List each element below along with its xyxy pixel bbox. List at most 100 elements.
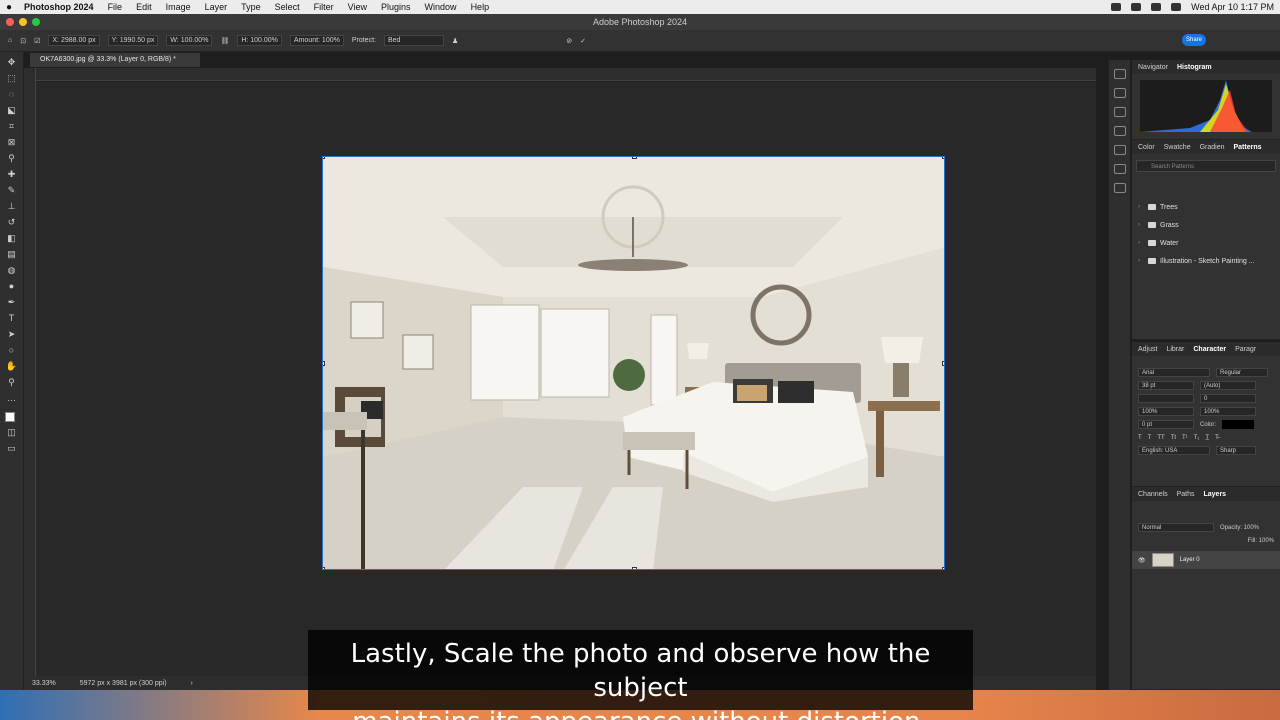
layer-row[interactable]: 👁 Layer 0 xyxy=(1132,551,1280,569)
pattern-folder-grass[interactable]: › Grass xyxy=(1132,216,1280,234)
font-family-select[interactable]: Arial xyxy=(1138,368,1210,377)
tab-navigator[interactable]: Navigator xyxy=(1138,64,1168,71)
properties-panel-icon[interactable] xyxy=(1113,107,1126,117)
leading-field[interactable]: (Auto) xyxy=(1200,381,1256,390)
reference-point-checkbox[interactable]: ☑ xyxy=(34,37,40,45)
tab-channels[interactable]: Channels xyxy=(1138,491,1168,498)
pattern-folder-illustration[interactable]: › Illustration - Sketch Painting ... xyxy=(1132,252,1280,270)
fill-field[interactable]: Fill: 100% xyxy=(1248,538,1274,544)
menu-app-name[interactable]: Photoshop 2024 xyxy=(24,2,94,12)
document-tab[interactable]: OK7A6300.jpg @ 33.3% (Layer 0, RGB/8) * xyxy=(30,53,200,67)
protect-select[interactable]: Bed xyxy=(383,35,444,46)
menu-select[interactable]: Select xyxy=(275,2,300,12)
menu-view[interactable]: View xyxy=(348,2,367,12)
search-patterns-input[interactable]: Search Patterns xyxy=(1136,160,1276,172)
faux-bold-icon[interactable]: T xyxy=(1138,435,1142,441)
status-icon[interactable] xyxy=(1111,3,1122,11)
brushes-panel-icon[interactable] xyxy=(1113,126,1126,136)
eyedropper-tool-icon[interactable]: ⚲ xyxy=(6,152,18,164)
path-select-tool-icon[interactable]: ➤ xyxy=(6,328,18,340)
transform-handle[interactable] xyxy=(942,567,944,569)
crop-tool-icon[interactable]: ⌗ xyxy=(6,120,18,132)
stamp-tool-icon[interactable]: ⊥ xyxy=(6,200,18,212)
home-icon[interactable]: ⌂ xyxy=(8,37,12,44)
eye-icon[interactable]: 👁 xyxy=(1138,557,1146,564)
pattern-folder-trees[interactable]: › Trees xyxy=(1132,198,1280,216)
quick-mask-icon[interactable]: ◫ xyxy=(6,426,18,438)
history-brush-icon[interactable]: ↺ xyxy=(6,216,18,228)
tab-layers[interactable]: Layers xyxy=(1203,491,1226,498)
all-caps-icon[interactable]: TT xyxy=(1157,435,1164,441)
horizontal-ruler[interactable] xyxy=(36,68,1096,81)
blend-mode-select[interactable]: Normal xyxy=(1138,523,1214,532)
zoom-tool-icon[interactable]: ⚲ xyxy=(6,376,18,388)
shape-tool-icon[interactable]: ○ xyxy=(6,344,18,356)
blur-tool-icon[interactable]: ◍ xyxy=(6,264,18,276)
chevron-right-icon[interactable]: › xyxy=(1138,240,1144,246)
transform-handle[interactable] xyxy=(942,361,944,366)
tab-paragraph[interactable]: Paragr xyxy=(1235,346,1256,353)
transform-handle[interactable] xyxy=(323,361,325,366)
commit-transform-icon[interactable]: ✓ xyxy=(580,37,586,45)
adjustments-panel-icon[interactable] xyxy=(1113,145,1126,155)
history-panel-icon[interactable] xyxy=(1113,69,1126,79)
antialias-select[interactable]: Sharp xyxy=(1216,446,1256,455)
move-tool-icon[interactable]: ✥ xyxy=(6,56,18,68)
actions-panel-icon[interactable] xyxy=(1113,88,1126,98)
minimize-window-icon[interactable] xyxy=(19,18,27,26)
lasso-tool-icon[interactable]: ◌ xyxy=(6,88,18,100)
transform-handle[interactable] xyxy=(323,157,325,159)
screen-mode-icon[interactable]: ▭ xyxy=(6,442,18,454)
wifi-icon[interactable] xyxy=(1151,3,1162,11)
status-chevron-icon[interactable]: › xyxy=(191,680,193,687)
font-size-field[interactable]: 38 pt xyxy=(1138,381,1194,390)
transform-handle[interactable] xyxy=(323,567,325,569)
baseline-shift-field[interactable]: 0 pt xyxy=(1138,420,1194,429)
strikethrough-icon[interactable]: T̶ xyxy=(1215,435,1219,441)
kerning-field[interactable] xyxy=(1138,394,1194,403)
marquee-tool-icon[interactable]: ⬚ xyxy=(6,72,18,84)
opacity-field[interactable]: Opacity: 100% xyxy=(1220,525,1259,531)
layer-name[interactable]: Layer 0 xyxy=(1180,557,1200,563)
chevron-right-icon[interactable]: › xyxy=(1138,258,1144,264)
eraser-tool-icon[interactable]: ◧ xyxy=(6,232,18,244)
font-style-select[interactable]: Regular xyxy=(1216,368,1268,377)
height-field[interactable]: H: 100.00% xyxy=(237,35,282,46)
menu-help[interactable]: Help xyxy=(471,2,490,12)
x-field[interactable]: X: 2988.00 px xyxy=(48,35,100,46)
hand-tool-icon[interactable]: ✋ xyxy=(6,360,18,372)
menu-clock[interactable]: Wed Apr 10 1:17 PM xyxy=(1191,2,1274,12)
protect-skin-icon[interactable]: ♟ xyxy=(452,37,458,45)
vertical-ruler[interactable] xyxy=(24,68,36,676)
vertical-scale-field[interactable]: 100% xyxy=(1138,407,1194,416)
dodge-tool-icon[interactable]: ● xyxy=(6,280,18,292)
close-window-icon[interactable] xyxy=(6,18,14,26)
amount-field[interactable]: Amount: 100% xyxy=(289,35,344,46)
tab-paths[interactable]: Paths xyxy=(1177,491,1195,498)
superscript-icon[interactable]: T¹ xyxy=(1182,435,1188,441)
menu-edit[interactable]: Edit xyxy=(136,2,152,12)
text-color-swatch[interactable] xyxy=(1222,420,1255,429)
menu-plugins[interactable]: Plugins xyxy=(381,2,411,12)
type-tool-icon[interactable]: T xyxy=(6,312,18,324)
subscript-icon[interactable]: T₁ xyxy=(1194,435,1200,441)
menu-layer[interactable]: Layer xyxy=(205,2,228,12)
language-select[interactable]: English: USA xyxy=(1138,446,1210,455)
tab-libraries[interactable]: Librar xyxy=(1166,346,1184,353)
underline-icon[interactable]: T̲ xyxy=(1205,435,1209,441)
brush-tool-icon[interactable]: ✎ xyxy=(6,184,18,196)
pen-tool-icon[interactable]: ✒ xyxy=(6,296,18,308)
menu-image[interactable]: Image xyxy=(166,2,191,12)
more-tools-icon[interactable]: … xyxy=(6,392,18,404)
chevron-right-icon[interactable]: › xyxy=(1138,204,1144,210)
search-icon[interactable] xyxy=(1171,3,1182,11)
y-field[interactable]: Y: 1990.50 px xyxy=(107,35,159,46)
faux-italic-icon[interactable]: T xyxy=(1148,435,1152,441)
battery-icon[interactable] xyxy=(1131,3,1142,11)
horizontal-scale-field[interactable]: 100% xyxy=(1200,407,1256,416)
transform-handle[interactable] xyxy=(632,567,637,569)
chevron-right-icon[interactable]: › xyxy=(1138,222,1144,228)
menu-type[interactable]: Type xyxy=(241,2,261,12)
object-select-tool-icon[interactable]: ⬕ xyxy=(6,104,18,116)
document-info[interactable]: 5972 px x 3981 px (300 ppi) xyxy=(80,680,167,687)
